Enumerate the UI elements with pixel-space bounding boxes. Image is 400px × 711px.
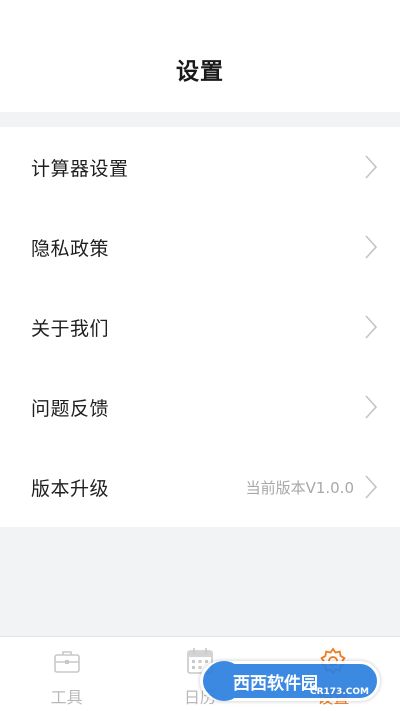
chevron-right-icon: [365, 315, 378, 339]
menu-item-label: 计算器设置: [31, 157, 129, 180]
watermark-subtext: CR173.COM: [310, 687, 369, 697]
menu-item-label: 版本升级: [31, 477, 110, 500]
chevron-right-icon: [365, 395, 378, 419]
briefcase-icon: [53, 651, 80, 673]
tab-label: 工具: [50, 688, 83, 707]
menu-item-label: 关于我们: [31, 317, 110, 340]
chevron-right-icon: [365, 475, 378, 499]
menu-item-label: 问题反馈: [31, 397, 110, 420]
menu-item-version-upgrade[interactable]: 版本升级 当前版本V1.0.0: [0, 447, 400, 527]
chevron-right-icon: [365, 155, 378, 179]
watermark-c-mark: [204, 661, 244, 701]
header: 设置: [0, 0, 400, 112]
menu-item-feedback[interactable]: 问题反馈: [0, 367, 400, 447]
page-title: 设置: [176, 59, 224, 85]
site-watermark-logo: 西西软件园 CR173.COM: [200, 655, 390, 707]
watermark-text: 西西软件园: [233, 673, 318, 694]
settings-menu: 计算器设置 隐私政策 关于我们 问题反馈 版本升级 当前版本V1.0.0: [0, 127, 400, 527]
menu-item-privacy-policy[interactable]: 隐私政策: [0, 207, 400, 287]
menu-item-label: 隐私政策: [31, 237, 110, 260]
chevron-right-icon: [365, 235, 378, 259]
current-version-text: 当前版本V1.0.0: [245, 478, 354, 497]
menu-item-calculator-settings[interactable]: 计算器设置: [0, 127, 400, 207]
menu-item-about-us[interactable]: 关于我们: [0, 287, 400, 367]
tab-tools[interactable]: 工具: [0, 637, 133, 711]
